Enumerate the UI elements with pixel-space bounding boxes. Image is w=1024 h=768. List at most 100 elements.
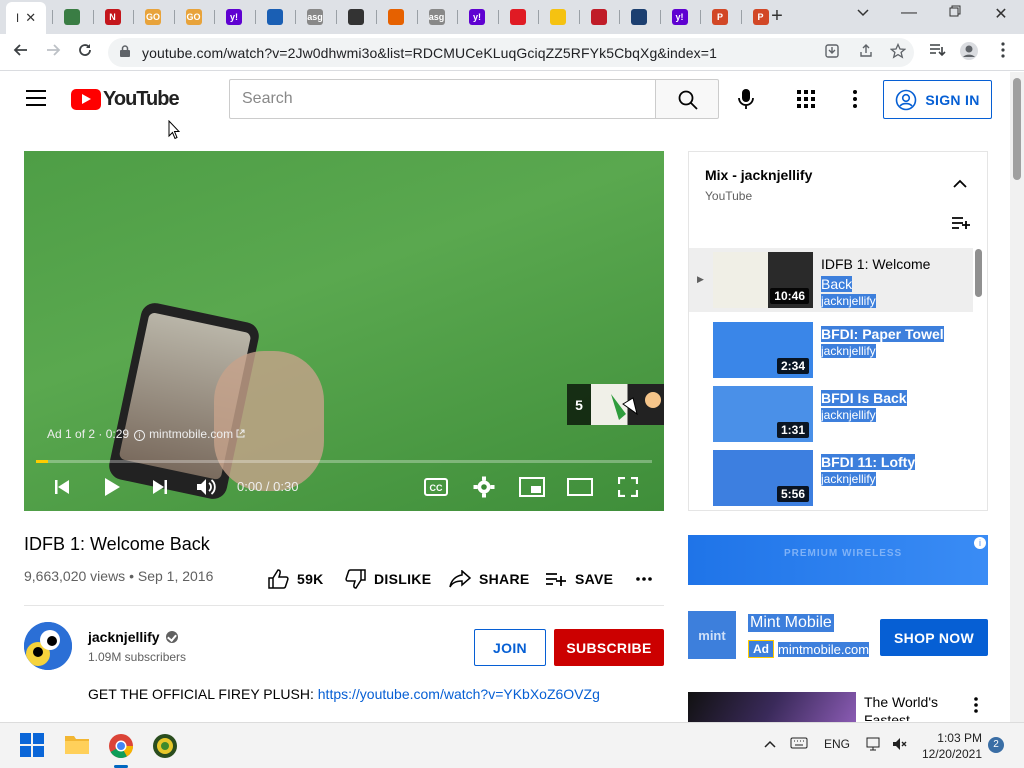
windows-start-icon[interactable] bbox=[20, 733, 46, 759]
browser-tab[interactable]: P bbox=[704, 5, 736, 29]
language-indicator[interactable]: ENG bbox=[824, 737, 850, 751]
youtube-logo[interactable]: YouTube bbox=[71, 88, 180, 111]
browser-tab[interactable] bbox=[340, 5, 372, 29]
playlist-item-title[interactable]: IDFB 1: Welcome Back bbox=[821, 254, 971, 294]
taskbar-clock[interactable]: 1:03 PM 12/20/2021 bbox=[920, 730, 982, 762]
playlist-item[interactable]: ▶ 10:46 IDFB 1: Welcome Back jacknjellify bbox=[689, 248, 973, 312]
network-icon[interactable] bbox=[866, 737, 882, 754]
browser-tab[interactable] bbox=[583, 5, 615, 29]
playlist-item[interactable]: 2:34 BFDI: Paper Towel jacknjellify bbox=[689, 318, 973, 382]
show-hidden-icons-chevron[interactable] bbox=[764, 737, 776, 751]
seek-bar[interactable] bbox=[36, 460, 652, 463]
miniplayer-icon[interactable] bbox=[518, 473, 546, 501]
suggested-video-thumbnail[interactable] bbox=[688, 692, 856, 722]
sign-in-button[interactable]: SIGN IN bbox=[883, 80, 992, 119]
playlist-thumbnail[interactable]: 5:56 bbox=[713, 450, 813, 506]
playlist-thumbnail[interactable]: 2:34 bbox=[713, 322, 813, 378]
captions-icon[interactable]: CC bbox=[422, 473, 450, 501]
playlist-item-channel[interactable]: jacknjellify bbox=[821, 344, 876, 358]
browser-tab[interactable]: y! bbox=[218, 5, 250, 29]
join-button[interactable]: JOIN bbox=[474, 629, 546, 666]
ad-domain-link[interactable]: mintmobile.com bbox=[149, 427, 233, 441]
suggested-more-icon[interactable] bbox=[972, 696, 980, 714]
chrome-menu-icon[interactable] bbox=[992, 41, 1014, 63]
browser-tab[interactable]: asg bbox=[421, 5, 453, 29]
voice-search-mic-icon[interactable] bbox=[733, 86, 759, 112]
active-tab[interactable]: I ✕ bbox=[6, 2, 46, 34]
volume-muted-icon[interactable] bbox=[892, 737, 908, 754]
file-explorer-icon[interactable] bbox=[64, 733, 90, 759]
shop-now-button[interactable]: SHOP NOW bbox=[880, 619, 988, 656]
subscribe-button[interactable]: SUBSCRIBE bbox=[554, 629, 664, 666]
tab-search-chevron-icon[interactable] bbox=[848, 4, 878, 22]
playlist-thumbnail[interactable]: 1:31 bbox=[713, 386, 813, 442]
channel-avatar[interactable] bbox=[24, 622, 72, 670]
restore-button[interactable] bbox=[940, 4, 970, 22]
browser-tab[interactable] bbox=[380, 5, 412, 29]
profile-icon[interactable] bbox=[958, 41, 980, 63]
search-input[interactable] bbox=[230, 80, 655, 118]
play-icon[interactable] bbox=[98, 473, 126, 501]
notification-badge[interactable]: 2 bbox=[988, 737, 1004, 753]
settings-kebab-icon[interactable] bbox=[849, 89, 861, 109]
new-tab-button[interactable]: + bbox=[766, 5, 788, 29]
share-button[interactable]: SHARE bbox=[449, 568, 530, 590]
next-icon[interactable] bbox=[146, 473, 174, 501]
advertiser-logo[interactable]: mint bbox=[688, 611, 736, 659]
reading-list-icon[interactable] bbox=[926, 41, 948, 63]
dislike-button[interactable]: DISLIKE bbox=[345, 568, 431, 590]
playlist-item-channel[interactable]: jacknjellify bbox=[821, 294, 876, 308]
save-to-playlist-icon[interactable] bbox=[951, 215, 971, 231]
close-tab-icon[interactable]: ✕ bbox=[25, 10, 36, 26]
back-arrow-icon[interactable] bbox=[10, 41, 32, 63]
playlist-item-title[interactable]: BFDI: Paper Towel bbox=[821, 324, 971, 344]
previous-icon[interactable] bbox=[48, 473, 76, 501]
browser-tab[interactable]: asg bbox=[299, 5, 331, 29]
channel-name-text[interactable]: jacknjellify bbox=[88, 629, 160, 645]
playlist-item-title[interactable]: BFDI 11: Lofty bbox=[821, 452, 971, 472]
page-scrollbar-thumb[interactable] bbox=[1013, 78, 1021, 180]
settings-gear-icon[interactable] bbox=[470, 473, 498, 501]
fullscreen-icon[interactable] bbox=[614, 473, 642, 501]
browser-tab[interactable] bbox=[56, 5, 88, 29]
browser-tab[interactable] bbox=[542, 5, 574, 29]
advertiser-name[interactable]: Mint Mobile bbox=[748, 614, 834, 632]
chevron-up-icon[interactable] bbox=[953, 176, 967, 188]
page-scrollbar[interactable] bbox=[1010, 72, 1024, 724]
browser-tab[interactable] bbox=[623, 5, 655, 29]
playlist-scrollbar[interactable] bbox=[975, 249, 982, 297]
more-actions-icon[interactable] bbox=[636, 568, 660, 590]
skip-ad-countdown[interactable]: 5 bbox=[567, 384, 664, 425]
volume-icon[interactable] bbox=[192, 473, 220, 501]
browser-tab[interactable] bbox=[502, 5, 534, 29]
playlist-thumbnail[interactable]: 10:46 bbox=[713, 252, 813, 308]
save-button[interactable]: SAVE bbox=[545, 568, 613, 590]
lock-icon[interactable] bbox=[120, 45, 130, 57]
ad-banner[interactable]: PREMIUM WIRELESS i bbox=[688, 535, 988, 585]
chrome-icon[interactable] bbox=[108, 733, 134, 759]
channel-name[interactable]: jacknjellify bbox=[88, 629, 178, 645]
forward-arrow-icon[interactable] bbox=[42, 41, 64, 63]
like-button[interactable]: 59K bbox=[268, 568, 324, 590]
browser-tab[interactable]: y! bbox=[461, 5, 493, 29]
playlist-title[interactable]: Mix - jacknjellify bbox=[705, 167, 812, 183]
browser-tab[interactable]: GO bbox=[178, 5, 210, 29]
address-bar[interactable]: youtube.com/watch?v=2Jw0dhwmi3o&list=RDC… bbox=[108, 38, 914, 67]
install-icon[interactable] bbox=[822, 43, 842, 63]
search-box[interactable] bbox=[229, 79, 656, 119]
playlist-item[interactable]: 5:56 BFDI 11: Lofty jacknjellify bbox=[689, 446, 973, 510]
video-player[interactable]: Ad 1 of 2 · 0:29 i mintmobile.com 5 0:00 /… bbox=[24, 151, 664, 511]
ad-info-icon[interactable]: i bbox=[974, 537, 986, 549]
description-link[interactable]: https://youtube.com/watch?v=YKbXoZ6OVZg bbox=[318, 686, 600, 702]
share-icon[interactable] bbox=[856, 43, 876, 63]
search-button[interactable] bbox=[655, 79, 719, 119]
bookmark-star-icon[interactable] bbox=[888, 42, 908, 63]
browser-tab[interactable]: y! bbox=[664, 5, 696, 29]
close-window-button[interactable]: ✕ bbox=[986, 4, 1016, 24]
browser-tab[interactable]: GO bbox=[137, 5, 169, 29]
suggested-video-title[interactable]: The World's Fastest bbox=[864, 693, 964, 721]
playlist-item-channel[interactable]: jacknjellify bbox=[821, 472, 876, 486]
browser-tab[interactable] bbox=[259, 5, 291, 29]
minimize-button[interactable]: — bbox=[894, 4, 924, 22]
theater-mode-icon[interactable] bbox=[566, 473, 594, 501]
